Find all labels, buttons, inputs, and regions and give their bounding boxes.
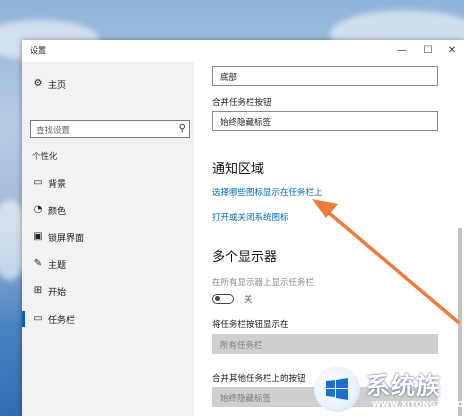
show-all-displays-label: 在所有显示器上显示任务栏 [212, 278, 315, 288]
palette-icon: ◔ [33, 204, 43, 215]
dropdown-value: 底部 [220, 73, 238, 83]
sidebar-item-label: 主页 [48, 81, 67, 91]
sidebar-item-label: 颜色 [48, 207, 67, 217]
search-placeholder: 查找设置 [36, 126, 71, 136]
watermark-logo: 系统族 WWW.XITONGZU.COM [310, 362, 464, 416]
combine-buttons-dropdown[interactable]: 始终隐藏标签 [212, 111, 438, 131]
sidebar-item-background[interactable]: ▭ 背景 [22, 171, 194, 195]
image-icon: ▭ [33, 177, 43, 188]
show-buttons-label: 将任务栏按钮显示在 [212, 320, 289, 330]
gear-icon: ⚙ [33, 78, 43, 89]
sidebar-item-home[interactable]: ⚙ 主页 [22, 72, 194, 96]
sidebar-item-taskbar[interactable]: ▭ 任务栏 [22, 307, 194, 331]
search-input[interactable]: 查找设置 ⚲ [30, 120, 190, 138]
show-buttons-dropdown[interactable]: 所有任务栏 [212, 334, 438, 354]
sidebar-item-lock-screen[interactable]: ▣ 锁屏界面 [22, 225, 194, 249]
sidebar-item-label: 开始 [48, 288, 67, 298]
sidebar-item-themes[interactable]: ✎ 主题 [22, 252, 194, 276]
close-button[interactable]: ✕ [440, 42, 464, 60]
sidebar: ⚙ 主页 查找设置 ⚲ 个性化 ▭ 背景 ◔ 颜色 ▣ 锁屏界面 ✎ 主题 ⊞ … [22, 62, 194, 416]
window-title: 设置 [30, 46, 46, 55]
notification-area-heading: 通知区域 [212, 162, 265, 177]
toggle-state-label: 关 [244, 295, 253, 305]
show-all-displays-toggle[interactable] [212, 294, 234, 304]
windows-logo-icon [326, 378, 348, 400]
combine-buttons-label: 合并任务栏按钮 [212, 98, 272, 108]
dropdown-value: 所有任务栏 [220, 341, 263, 351]
sidebar-item-label: 主题 [48, 261, 67, 271]
watermark-title: 系统族 [366, 372, 441, 400]
title-bar[interactable]: 设置 — ☐ ✕ [22, 40, 464, 62]
settings-window: 设置 — ☐ ✕ ⚙ 主页 查找设置 ⚲ 个性化 ▭ 背景 ◔ 颜色 ▣ 锁屏界… [22, 40, 464, 416]
search-icon: ⚲ [178, 123, 186, 134]
active-indicator [22, 311, 25, 327]
toggle-knob [215, 296, 220, 301]
theme-icon: ✎ [33, 258, 43, 269]
taskbar-icon: ▭ [33, 313, 43, 324]
taskbar-position-dropdown[interactable]: 底部 [212, 66, 438, 86]
sidebar-item-label: 任务栏 [48, 316, 76, 326]
sidebar-item-start[interactable]: ⊞ 开始 [22, 279, 194, 303]
multiple-displays-heading: 多个显示器 [212, 250, 278, 265]
section-title: 个性化 [32, 152, 58, 162]
lock-screen-icon: ▣ [33, 231, 43, 242]
watermark-url: WWW.XITONGZU.COM [372, 400, 464, 409]
sidebar-item-label: 锁屏界面 [48, 234, 85, 244]
maximize-button[interactable]: ☐ [416, 42, 440, 60]
combine-other-label: 合并其他任务栏上的按钮 [212, 374, 306, 384]
dropdown-value: 始终隐藏标签 [220, 118, 272, 128]
sidebar-item-colors[interactable]: ◔ 颜色 [22, 198, 194, 222]
system-icons-link[interactable]: 打开或关闭系统图标 [212, 211, 289, 223]
start-icon: ⊞ [33, 285, 43, 296]
sidebar-item-label: 背景 [48, 180, 67, 190]
minimize-button[interactable]: — [390, 42, 414, 60]
select-icons-link[interactable]: 选择哪些图标显示在任务栏上 [212, 186, 323, 198]
dropdown-value: 始终隐藏标签 [220, 394, 272, 404]
